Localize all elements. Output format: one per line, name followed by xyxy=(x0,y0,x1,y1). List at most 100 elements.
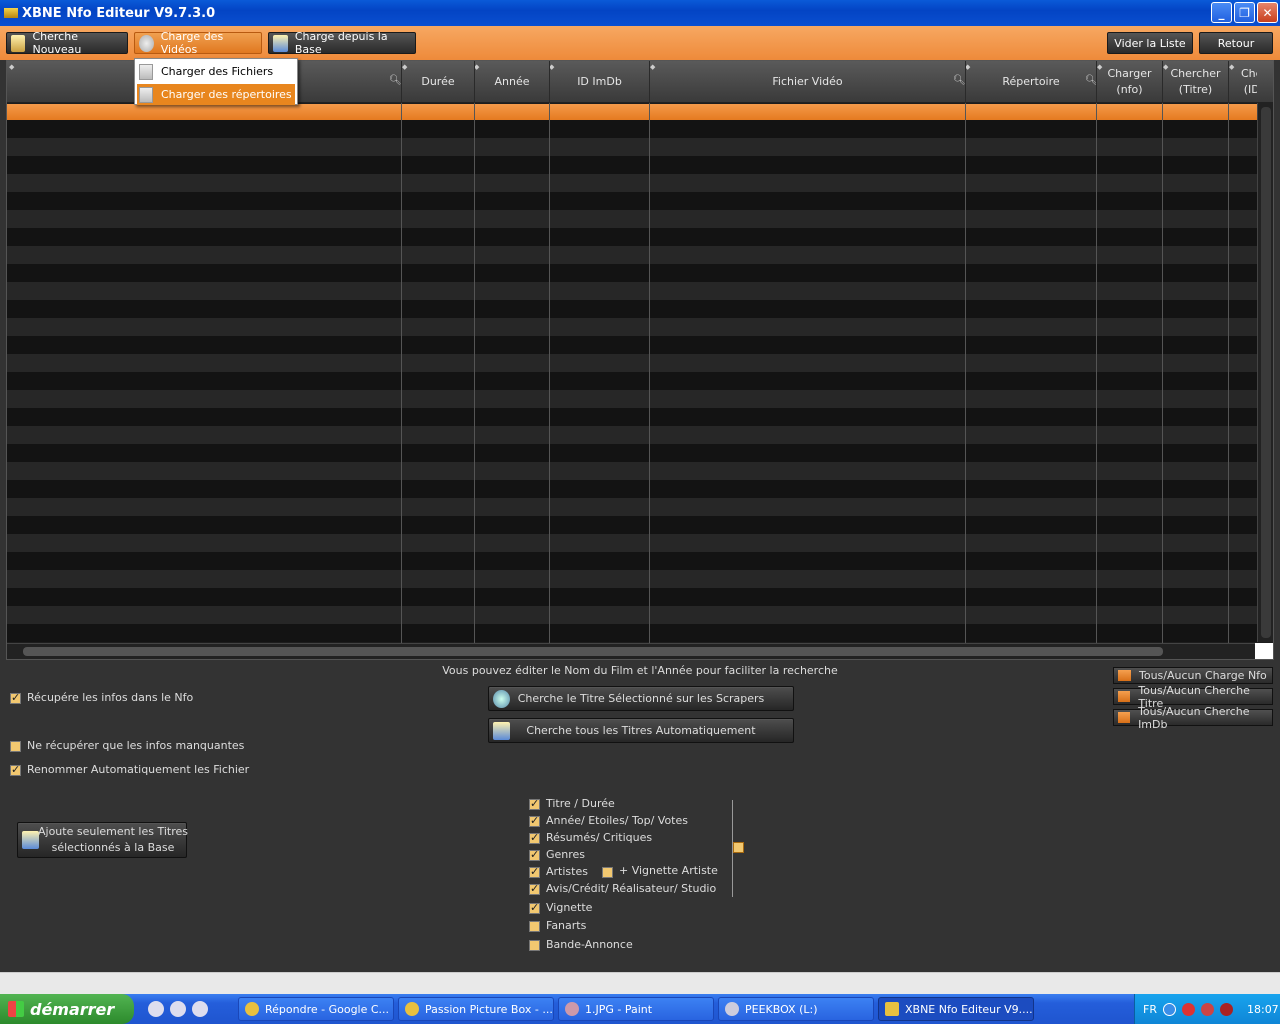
column-divider xyxy=(1096,103,1097,643)
task-label: 1.JPG - Paint xyxy=(585,1002,653,1016)
toolbar: Cherche Nouveau Charge des Vidéos Charge… xyxy=(0,26,1280,60)
scrape-resumes-checkbox[interactable] xyxy=(529,831,540,844)
scrape-bande-annonce-checkbox[interactable] xyxy=(529,940,540,951)
app-icon xyxy=(4,8,18,18)
toggle-label: Tous/Aucun Charge Nfo xyxy=(1139,669,1267,682)
scrape-titre-checkbox[interactable] xyxy=(529,797,540,810)
vignette-artiste-checkbox[interactable] xyxy=(602,867,613,878)
database-add-icon xyxy=(22,831,39,849)
option-infos-manquantes-checkbox[interactable] xyxy=(10,741,21,752)
column-header-charger-nfo[interactable]: Charger (nfo) xyxy=(1096,61,1162,103)
vignette-artiste-label: + Vignette Artiste xyxy=(619,864,718,877)
security-icon[interactable] xyxy=(1219,1002,1233,1016)
button-label: Cherche le Titre Sélectionné sur les Scr… xyxy=(517,692,765,705)
column-header-chercher-titre[interactable]: Chercher (Titre) xyxy=(1162,61,1228,103)
column-header-repertoire[interactable]: Répertoire xyxy=(965,61,1096,103)
scrape-option-label: Titre / Durée xyxy=(546,797,615,810)
cherche-tous-button[interactable]: Cherche tous les Titres Automatiquement xyxy=(488,718,794,743)
toggle-cherche-titre-button[interactable]: Tous/Aucun Cherche Titre xyxy=(1113,684,1273,710)
column-divider xyxy=(649,103,650,643)
button-label: Cherche tous les Titres Automatiquement xyxy=(526,724,756,737)
scrape-option-label: Année/ Etoiles/ Top/ Votes xyxy=(546,814,688,827)
scrape-option-label: Artistes xyxy=(546,865,588,878)
orange-square-icon xyxy=(1118,670,1131,681)
column-header-duree[interactable]: Durée xyxy=(401,61,474,103)
folder-icon xyxy=(139,86,153,103)
network-icon[interactable] xyxy=(1200,1002,1214,1016)
maximize-button[interactable]: ❐ xyxy=(1234,2,1255,23)
task-passion-picture-box[interactable]: Passion Picture Box - ... xyxy=(398,997,554,1021)
charge-videos-button[interactable]: Charge des Vidéos xyxy=(134,30,262,56)
ajoute-base-button[interactable]: Ajoute seulement les Titres sélectionnés… xyxy=(17,822,188,858)
menu-item-label: Charger des Fichiers xyxy=(161,65,274,78)
column-divider xyxy=(1228,103,1229,643)
menu-item-charger-fichiers[interactable]: Charger des Fichiers xyxy=(137,61,295,82)
scrape-avis-checkbox[interactable] xyxy=(529,882,540,895)
charge-videos-menu: Charger des Fichiers Charger des réperto… xyxy=(134,58,298,105)
option-recupere-nfo-checkbox[interactable] xyxy=(10,691,21,704)
toggle-charge-nfo-button[interactable]: Tous/Aucun Charge Nfo xyxy=(1113,667,1273,684)
clock: 18:07 xyxy=(1246,1002,1279,1016)
scrape-option-label: Résumés/ Critiques xyxy=(546,831,653,844)
scroll-thumb[interactable] xyxy=(1261,107,1271,638)
orange-square-icon xyxy=(1118,712,1131,723)
vertical-scrollbar[interactable] xyxy=(1257,103,1273,642)
option-renommer-checkbox[interactable] xyxy=(10,763,21,776)
scrape-annee-checkbox[interactable] xyxy=(529,814,540,827)
column-divider xyxy=(549,103,550,643)
task-chrome-repondre[interactable]: Répondre - Google C... xyxy=(238,997,394,1021)
charge-base-button[interactable]: Charge depuis la Base xyxy=(268,30,416,56)
scrape-genres-checkbox[interactable] xyxy=(529,848,540,861)
info-text: Vous pouvez éditer le Nom du Film et l'A… xyxy=(442,664,838,677)
title-bar: XBNE Nfo Editeur V9.7.3.0 _ ❐ ✕ xyxy=(0,0,1280,26)
antivirus-icon[interactable] xyxy=(1181,1002,1195,1016)
tray-arrow-icon[interactable] xyxy=(1162,1002,1176,1016)
cherche-nouveau-button[interactable]: Cherche Nouveau xyxy=(6,30,128,56)
start-button[interactable]: démarrer xyxy=(0,994,134,1024)
toggle-cherche-imdb-button[interactable]: Tous/Aucun Cherche ImDb xyxy=(1113,705,1273,731)
task-peekbox[interactable]: PEEKBOX (L:) xyxy=(718,997,874,1021)
task-xbne[interactable]: XBNE Nfo Editeur V9.... xyxy=(878,997,1034,1021)
scrape-vignette-checkbox[interactable] xyxy=(529,901,540,914)
scrape-artistes-checkbox[interactable] xyxy=(529,865,540,878)
scrape-option-label: Genres xyxy=(546,848,586,861)
paint-icon xyxy=(565,1002,579,1016)
column-header-annee[interactable]: Année xyxy=(474,61,549,103)
language-indicator[interactable]: FR xyxy=(1143,1003,1157,1016)
task-label: Répondre - Google C... xyxy=(265,1002,390,1016)
video-list-grid[interactable]: ◆ 🔍︎ ◆ Durée ◆ Année ◆ ID ImDb ◆ Fichier… xyxy=(6,60,1274,660)
scrape-option-label: Vignette xyxy=(546,901,593,914)
cherche-selectionne-button[interactable]: Cherche le Titre Sélectionné sur les Scr… xyxy=(488,686,794,711)
magnifier-icon xyxy=(493,690,510,708)
menu-item-charger-repertoires[interactable]: Charger des répertoires xyxy=(137,84,295,105)
cherche-nouveau-label: Cherche Nouveau xyxy=(32,30,82,56)
minimize-button[interactable]: _ xyxy=(1211,2,1232,23)
retour-button[interactable]: Retour xyxy=(1199,32,1273,54)
column-header-id-imdb[interactable]: ID ImDb xyxy=(549,61,649,103)
column-header-chercher-id[interactable]: Che (ID xyxy=(1228,61,1257,103)
column-header-fichier-video[interactable]: Fichier Vidéo xyxy=(649,61,965,103)
task-paint[interactable]: 1.JPG - Paint xyxy=(558,997,714,1021)
scroll-thumb[interactable] xyxy=(23,647,1163,656)
selected-row[interactable] xyxy=(7,104,1257,120)
auto-search-icon xyxy=(493,722,510,740)
task-label: PEEKBOX (L:) xyxy=(745,1002,818,1016)
quick-launch xyxy=(148,1001,208,1017)
chrome-icon xyxy=(245,1002,259,1016)
all-options-toggle[interactable] xyxy=(733,842,744,853)
scrape-fanarts-checkbox[interactable] xyxy=(529,921,540,932)
column-divider xyxy=(474,103,475,643)
search-icon: 🔍︎ xyxy=(953,75,966,86)
chrome-icon[interactable] xyxy=(170,1001,186,1017)
database-icon xyxy=(273,34,288,52)
grid-rows[interactable] xyxy=(7,120,1257,642)
horizontal-scrollbar[interactable] xyxy=(7,643,1257,659)
media-player-icon[interactable] xyxy=(192,1001,208,1017)
app-icon xyxy=(885,1002,899,1016)
ie-icon[interactable] xyxy=(148,1001,164,1017)
disc-icon xyxy=(139,34,154,52)
charge-base-label: Charge depuis la Base xyxy=(294,30,388,56)
scrape-option-label: Fanarts xyxy=(546,919,587,932)
close-button[interactable]: ✕ xyxy=(1257,2,1278,23)
vider-liste-button[interactable]: Vider la Liste xyxy=(1107,32,1193,54)
